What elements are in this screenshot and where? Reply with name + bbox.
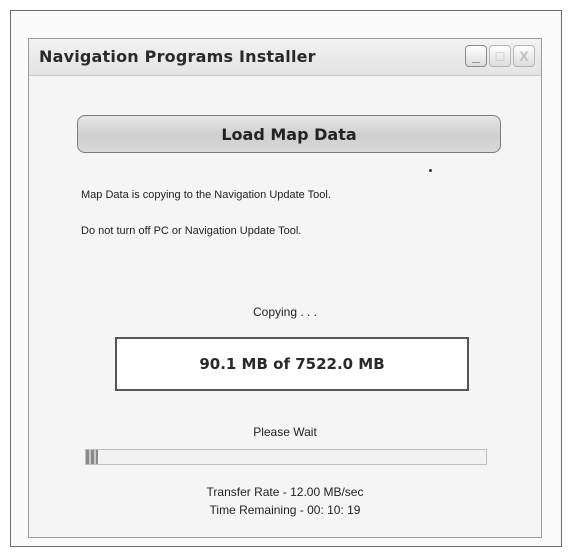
minimize-button[interactable]: _ bbox=[465, 45, 487, 67]
transfer-rate: Transfer Rate - 12.00 MB/sec bbox=[206, 485, 364, 499]
copying-status: Copying . . . bbox=[252, 305, 318, 319]
cursor-dot bbox=[429, 169, 432, 172]
progress-fill bbox=[86, 450, 98, 464]
title-bar[interactable]: Navigation Programs Installer _ □ X bbox=[29, 39, 541, 76]
close-button[interactable]: X bbox=[513, 45, 535, 67]
size-progress-text: 90.1 MB of 7522.0 MB bbox=[199, 355, 385, 373]
window-controls: _ □ X bbox=[465, 45, 535, 67]
please-wait-label: Please Wait bbox=[253, 425, 317, 439]
maximize-button[interactable]: □ bbox=[489, 45, 511, 67]
size-progress-box: 90.1 MB of 7522.0 MB bbox=[115, 337, 469, 391]
progress-bar bbox=[85, 449, 487, 465]
copying-notice: Map Data is copying to the Navigation Up… bbox=[81, 189, 331, 201]
installer-window: Navigation Programs Installer _ □ X Load… bbox=[28, 38, 542, 538]
time-remaining: Time Remaining - 00: 10: 19 bbox=[209, 503, 361, 517]
load-map-data-button[interactable]: Load Map Data bbox=[77, 115, 501, 153]
warning-message: Do not turn off PC or Navigation Update … bbox=[81, 225, 302, 237]
window-title: Navigation Programs Installer bbox=[39, 47, 316, 66]
